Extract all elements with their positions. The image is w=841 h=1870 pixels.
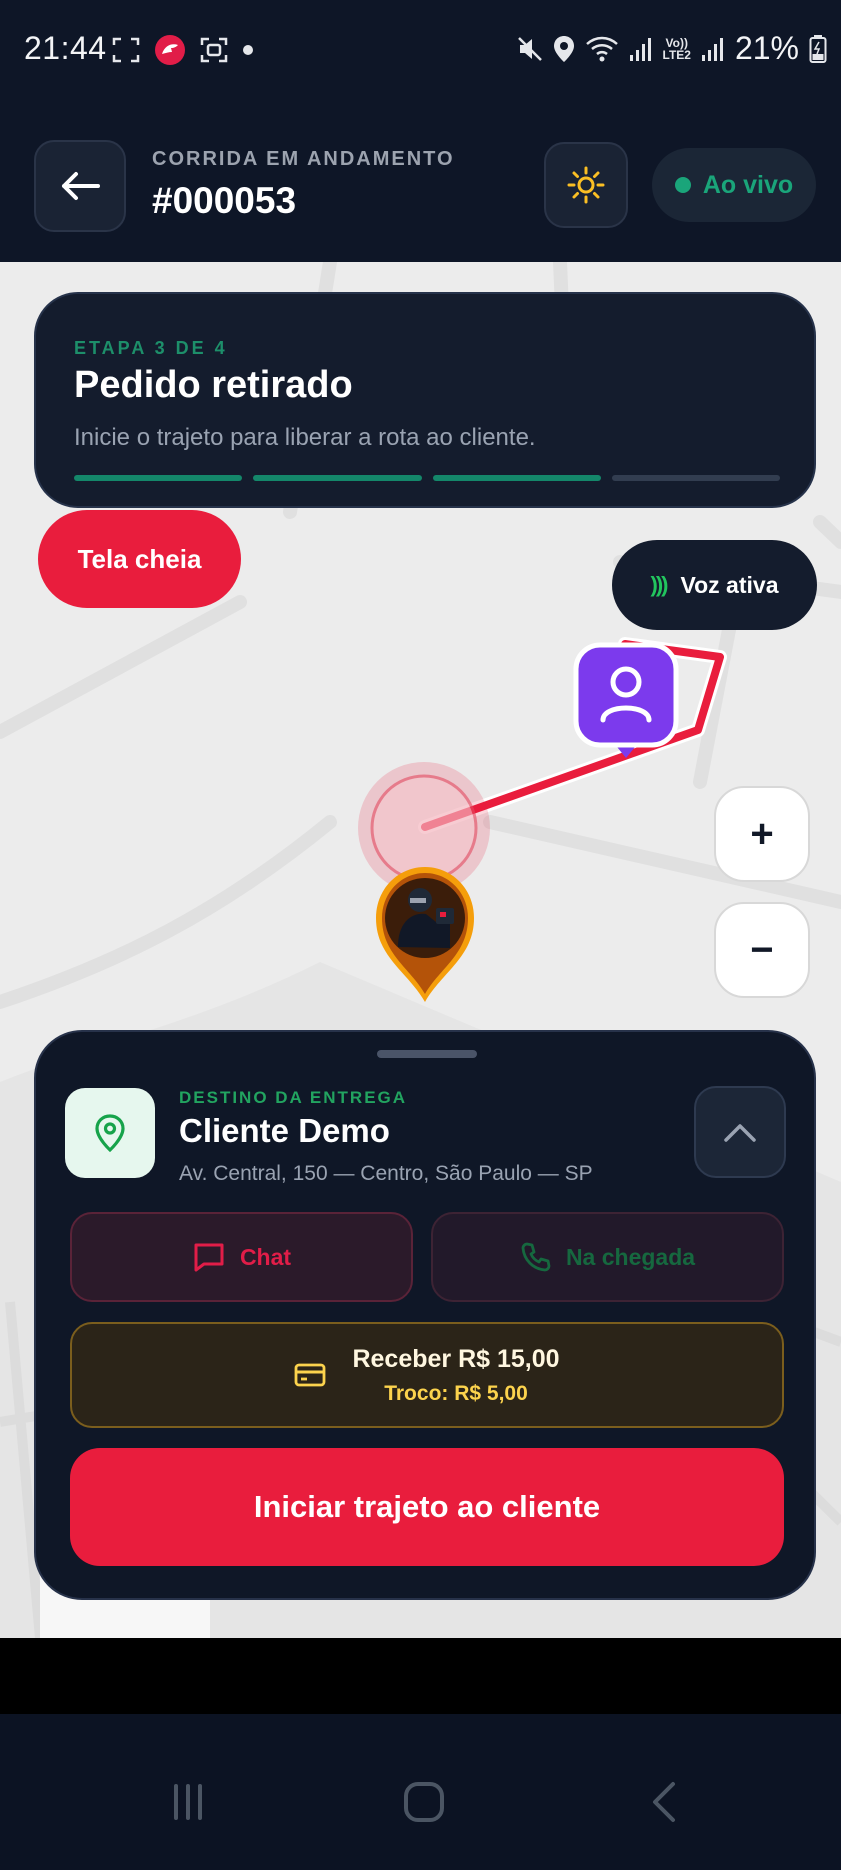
chat-bubble-icon — [194, 1243, 224, 1272]
courier-location-marker — [376, 867, 474, 1002]
network-type-top: Vo)) — [665, 35, 688, 50]
recent-apps-icon — [174, 1784, 202, 1820]
stage-card: ETAPA 3 DE 4 Pedido retirado Inicie o tr… — [34, 292, 816, 508]
stage-description: Inicie o trajeto para liberar a rota ao … — [74, 424, 536, 451]
theme-toggle-button[interactable] — [544, 142, 628, 228]
back-nav-icon — [653, 1782, 675, 1822]
dot-icon — [243, 45, 253, 55]
client-name: Cliente Demo — [179, 1112, 390, 1149]
stage-progress — [74, 475, 780, 481]
network-type-bottom: LTE2 — [662, 47, 691, 62]
signal-icon — [629, 37, 651, 61]
fullscreen-button[interactable]: Tela cheia — [38, 510, 241, 608]
mute-icon — [517, 36, 542, 61]
recent-apps-button[interactable] — [148, 1762, 228, 1842]
network-type-label: Vo)) LTE2 — [663, 37, 691, 61]
start-route-button[interactable]: Iniciar trajeto ao cliente — [70, 1448, 784, 1566]
header-subtitle: CORRIDA EM ANDAMENTO — [152, 148, 455, 170]
payment-texts: Receber R$ 15,00 Troco: R$ 5,00 — [352, 1345, 559, 1406]
home-icon — [404, 1782, 444, 1822]
ride-number: #000053 — [152, 180, 297, 221]
stage-step-label: ETAPA 3 DE 4 — [74, 338, 228, 358]
home-button[interactable] — [384, 1762, 464, 1842]
credit-card-icon — [295, 1363, 326, 1387]
phone-icon — [521, 1242, 551, 1272]
map-pin-icon — [95, 1114, 125, 1153]
voice-toggle-button[interactable]: ))) Voz ativa — [612, 540, 817, 630]
battery-percent: 21% — [734, 30, 799, 66]
payment-change: Troco: R$ 5,00 — [384, 1381, 528, 1405]
sun-icon — [567, 166, 605, 204]
location-icon — [553, 35, 574, 62]
call-on-arrival-button[interactable]: Na chegada — [431, 1212, 784, 1302]
back-button[interactable] — [34, 140, 126, 232]
screenshot-icon — [112, 37, 140, 63]
status-time: 21:44 — [24, 30, 107, 66]
live-status-badge: Ao vivo — [652, 148, 816, 222]
live-dot-icon — [674, 177, 691, 193]
sheet-drag-handle[interactable] — [377, 1050, 477, 1058]
status-right-icons: Vo)) LTE2 21% — [517, 30, 828, 67]
live-label: Ao vivo — [702, 170, 794, 199]
progress-segment — [74, 475, 243, 481]
sound-waves-icon: ))) — [650, 572, 669, 597]
destination-icon-box — [65, 1088, 155, 1178]
battery-icon — [809, 34, 827, 63]
chevron-up-icon — [724, 1124, 756, 1142]
destination-address: Av. Central, 150 — Centro, São Paulo — S… — [179, 1162, 593, 1185]
client-location-marker[interactable] — [573, 642, 679, 760]
scan-icon — [200, 37, 228, 63]
ride-header: CORRIDA EM ANDAMENTO #000053 Ao vivo — [0, 100, 841, 262]
signal-icon — [701, 37, 723, 61]
progress-segment — [432, 475, 601, 481]
progress-segment — [253, 475, 422, 481]
call-label: Na chegada — [565, 1243, 696, 1270]
destination-label: DESTINO DA ENTREGA — [179, 1088, 408, 1107]
progress-segment — [611, 475, 780, 481]
payment-info: Receber R$ 15,00 Troco: R$ 5,00 — [70, 1322, 784, 1428]
voice-label: Voz ativa — [680, 571, 779, 598]
system-navigation-bar — [0, 1714, 841, 1870]
zoom-in-button[interactable]: + — [714, 786, 810, 882]
chat-label: Chat — [239, 1243, 292, 1270]
zoom-out-button[interactable]: − — [714, 902, 810, 998]
wifi-icon — [585, 36, 618, 61]
status-left-icons — [112, 34, 254, 66]
destination-sheet: DESTINO DA ENTREGA Cliente Demo Av. Cent… — [34, 1030, 816, 1600]
chat-button[interactable]: Chat — [70, 1212, 413, 1302]
payment-amount: Receber R$ 15,00 — [352, 1344, 560, 1373]
stage-title: Pedido retirado — [74, 364, 353, 406]
back-nav-button[interactable] — [624, 1762, 704, 1842]
expand-sheet-button[interactable] — [694, 1086, 786, 1178]
arrow-left-icon — [62, 172, 100, 200]
status-bar: 21:44 Vo)) LTE2 21% — [0, 0, 841, 100]
bottom-spacer — [0, 1638, 841, 1714]
app-notification-icon — [155, 35, 185, 65]
